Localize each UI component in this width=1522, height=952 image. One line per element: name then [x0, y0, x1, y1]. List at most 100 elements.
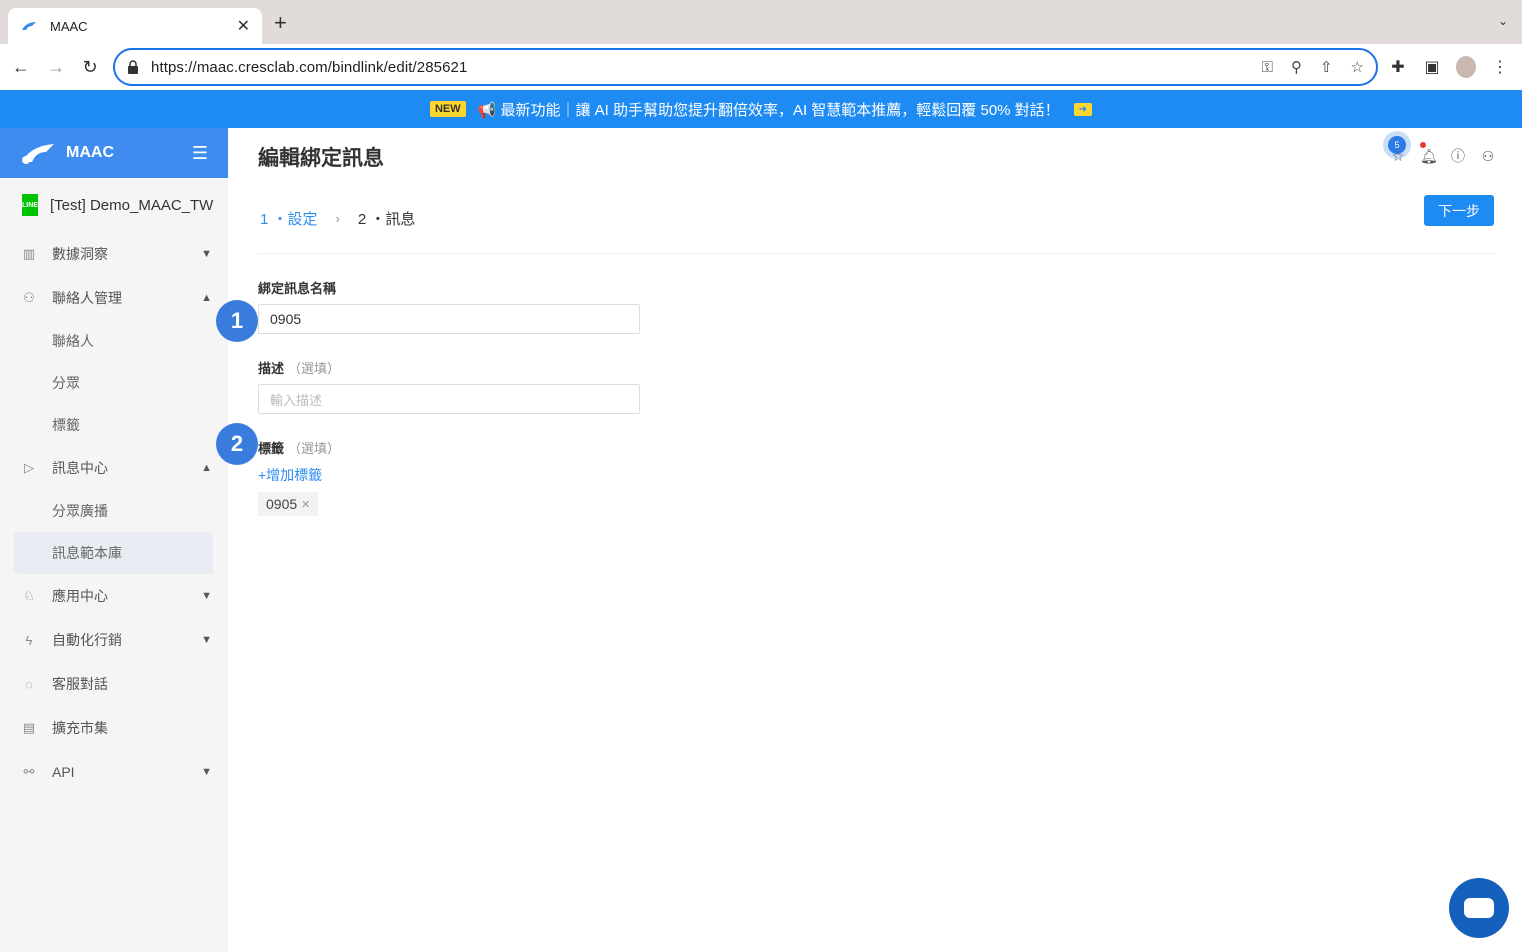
plug-icon: ⚯ [23, 764, 35, 779]
account-icon[interactable]: ⚇ [1480, 148, 1496, 165]
sidebar-item-label: 訊息中心 [52, 460, 108, 476]
sidebar-item-contacts[interactable]: 聯絡人 [0, 320, 228, 362]
browser-toolbar: ← → ↻ https://maac.cresclab.com/bindlink… [0, 44, 1522, 90]
chat-icon: ◌ [25, 676, 33, 692]
name-label: 綁定訊息名稱 [258, 278, 336, 297]
optional-hint: （選填） [288, 361, 341, 376]
hamburger-menu-icon[interactable]: ☰ [192, 143, 208, 164]
announcement-banner[interactable]: NEW 📢 最新功能｜讓 AI 助手幫助您提升翻倍效率，AI 智慧範本推薦，輕鬆… [0, 90, 1522, 128]
arrow-right-icon[interactable]: ➜ [1073, 102, 1093, 116]
chevron-down-icon: ▼ [201, 248, 212, 260]
browser-tab[interactable]: MAAC ✕ [8, 8, 262, 44]
maac-favicon-icon [22, 22, 36, 30]
sidebar-item-label: 聯絡人管理 [52, 290, 122, 306]
sidebar-item-template-library[interactable]: 訊息範本庫 [14, 532, 213, 574]
sidebar-item-broadcast[interactable]: 分眾廣播 [0, 490, 228, 532]
channel-selector[interactable]: LINE [Test] Demo_MAAC_TW [0, 178, 228, 232]
key-icon[interactable]: ⚿ [1262, 59, 1273, 76]
chevron-up-icon: ▲ [201, 292, 212, 304]
star-icon[interactable]: ☆ [1390, 148, 1406, 165]
bindlink-name-input[interactable]: 0905 [258, 304, 640, 334]
user-icon: ⚇ [23, 290, 35, 305]
next-step-button[interactable]: 下一步 [1424, 195, 1494, 226]
chevron-down-icon: ▼ [201, 766, 212, 778]
tag-label: 標籤 （選填） [258, 438, 340, 457]
sidebar-item-marketplace[interactable]: ▤ 擴充市集 [0, 706, 228, 750]
chat-icon [1464, 898, 1494, 918]
channel-name: [Test] Demo_MAAC_TW [49, 196, 214, 214]
close-tab-icon[interactable]: ✕ [237, 16, 250, 36]
store-icon: ▤ [22, 720, 36, 735]
line-icon: LINE [22, 194, 38, 216]
tab-title: MAAC [50, 18, 88, 34]
extensions-icon[interactable]: ✚ [1388, 57, 1408, 77]
name-label-text: 綁定訊息名稱 [258, 281, 337, 296]
sidebar-item-label: 數據洞察 [52, 246, 108, 262]
browser-tab-bar: MAAC ✕ + ⌄ [0, 0, 1522, 44]
step-settings[interactable]: 1 ・設定 [260, 208, 318, 229]
profile-avatar[interactable] [1456, 56, 1476, 78]
step-breadcrumb: 1 ・設定 › 2 ・訊息 [260, 208, 415, 229]
back-icon[interactable]: ← [10, 56, 32, 78]
sidebar-item-segments[interactable]: 分眾 [0, 362, 228, 404]
new-tab-icon[interactable]: + [274, 12, 287, 34]
remove-tag-icon[interactable]: ✕ [301, 498, 310, 511]
brand-header: MAAC ☰ [0, 128, 228, 178]
sidebar-item-tags[interactable]: 標籤 [0, 404, 228, 446]
share-icon[interactable]: ⇧ [1320, 58, 1333, 76]
sidebar-item-api[interactable]: ⚯ API ▼ [0, 750, 228, 794]
maac-logo-icon [22, 144, 54, 164]
new-badge: NEW [429, 101, 466, 117]
url-text: https://maac.cresclab.com/bindlink/edit/… [151, 58, 468, 76]
page-title: 編輯綁定訊息 [258, 147, 384, 170]
brand-name: MAAC [66, 144, 114, 161]
browser-menu-icon[interactable]: ⋮ [1490, 57, 1510, 77]
annotation-marker-2: 2 [216, 423, 258, 465]
sidebar-item-contacts-management[interactable]: ⚇ 聯絡人管理 ▲ [0, 276, 228, 320]
tag-label-text: 標籤 [258, 441, 285, 456]
bell-icon[interactable]: 🔔︎ [1420, 148, 1438, 165]
address-bar[interactable]: https://maac.cresclab.com/bindlink/edit/… [113, 48, 1378, 86]
step-message[interactable]: 2 ・訊息 [358, 208, 416, 229]
chevron-down-icon: ▼ [201, 590, 212, 602]
tag-chip: 0905 ✕ [258, 492, 319, 516]
sidebar-item-customer-chat[interactable]: ◌ 客服對話 [0, 662, 228, 706]
sidebar-item-label: 客服對話 [52, 676, 108, 692]
description-input[interactable]: 輸入描述 [258, 384, 640, 414]
lightning-icon: ϟ [25, 632, 33, 648]
help-icon[interactable]: ⓘ [1450, 146, 1466, 166]
send-icon: ▷ [24, 460, 34, 475]
header-actions: ☆ 🔔︎ ⓘ ⚇ [1390, 146, 1496, 166]
lock-icon [128, 60, 138, 74]
main-content: 編輯綁定訊息 5 ☆ 🔔︎ ⓘ ⚇ 1 ・設定 › 2 ・訊息 下一步 綁定訊息… [228, 128, 1522, 952]
side-panel-icon[interactable]: ▣ [1422, 57, 1442, 77]
forward-icon[interactable]: → [45, 56, 67, 78]
bookmark-star-icon[interactable]: ☆ [1351, 58, 1364, 76]
sidebar-item-insights[interactable]: ▥ 數據洞察 ▼ [0, 232, 228, 276]
tag-chip-label: 0905 [266, 496, 298, 512]
description-label: 描述 （選填） [258, 358, 340, 377]
sidebar-item-message-center[interactable]: ▷ 訊息中心 ▲ [0, 446, 228, 490]
sidebar-item-app-center[interactable]: ♘ 應用中心 ▼ [0, 574, 228, 618]
rocket-icon: ♘ [23, 588, 35, 603]
chart-icon: ▥ [22, 246, 36, 261]
zoom-icon[interactable]: ⚲ [1291, 58, 1302, 76]
sidebar: MAAC ☰ LINE [Test] Demo_MAAC_TW ▥ 數據洞察 ▼… [0, 128, 228, 952]
sidebar-item-label: 自動化行銷 [52, 632, 122, 648]
chevron-down-icon: ▼ [201, 634, 212, 646]
chat-widget-button[interactable] [1449, 878, 1509, 938]
reload-icon[interactable]: ↻ [79, 56, 101, 78]
banner-text: 📢 最新功能｜讓 AI 助手幫助您提升翻倍效率，AI 智慧範本推薦，輕鬆回覆 5… [477, 101, 1060, 119]
chevron-right-icon: › [335, 211, 340, 226]
add-tag-link[interactable]: +增加標籤 [258, 465, 322, 485]
sidebar-item-label: 應用中心 [52, 588, 108, 604]
sidebar-item-label: 擴充市集 [52, 720, 108, 736]
sidebar-item-automation[interactable]: ϟ 自動化行銷 ▼ [0, 618, 228, 662]
annotation-marker-1: 1 [216, 300, 258, 342]
divider [258, 253, 1496, 254]
description-label-text: 描述 [258, 361, 285, 376]
optional-hint: （選填） [288, 441, 341, 456]
chevron-up-icon: ▲ [201, 462, 212, 474]
sidebar-item-label: API [52, 764, 75, 780]
chevron-down-icon[interactable]: ⌄ [1498, 14, 1508, 28]
